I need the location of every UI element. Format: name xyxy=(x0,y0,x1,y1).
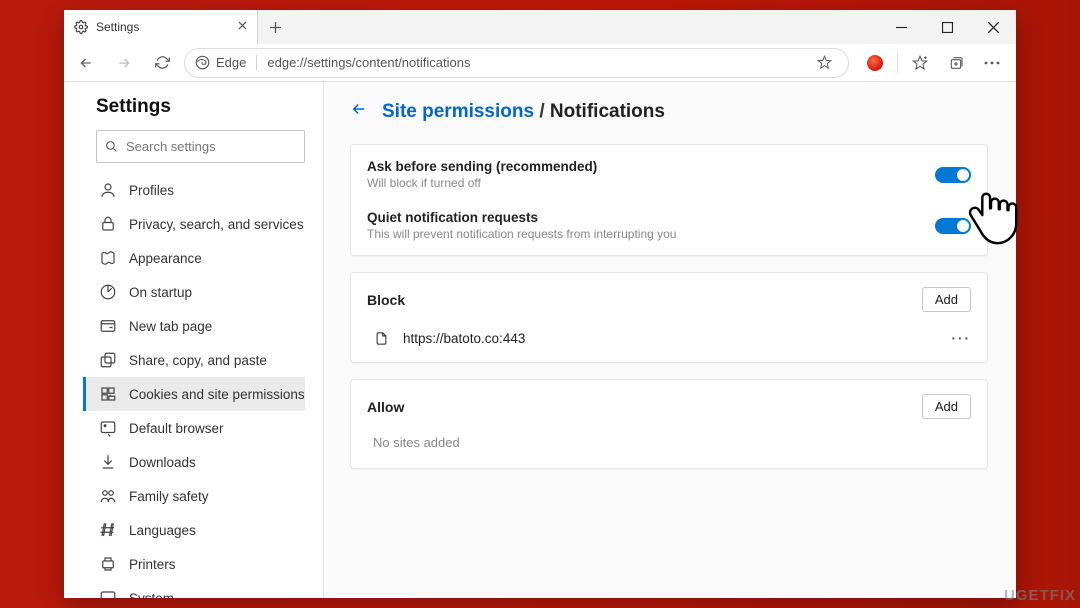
blocked-site-row: https://batoto.co:443 ··· xyxy=(351,322,987,358)
refresh-button[interactable] xyxy=(146,47,178,79)
nav-icon xyxy=(99,283,117,301)
sidebar-item-privacy-search-and-services[interactable]: Privacy, search, and services xyxy=(83,207,305,241)
toggle-quiet-notifications[interactable] xyxy=(935,218,971,234)
nav-icon xyxy=(99,521,117,539)
tab-title: Settings xyxy=(96,20,139,34)
breadcrumb-link[interactable]: Site permissions xyxy=(382,101,534,122)
sidebar-item-label: Appearance xyxy=(129,251,202,266)
sidebar-item-label: On startup xyxy=(129,285,192,300)
sidebar-item-label: Languages xyxy=(129,523,196,538)
page-icon xyxy=(373,330,389,346)
settings-sidebar: Settings Search settings Profiles Privacy… xyxy=(64,82,324,598)
edge-icon xyxy=(195,55,210,70)
add-block-button[interactable]: Add xyxy=(922,287,971,312)
toggle-ask-before-sending[interactable] xyxy=(935,167,971,183)
sidebar-item-label: Default browser xyxy=(129,421,224,436)
nav-icon xyxy=(99,249,117,267)
allow-section: Allow Add No sites added xyxy=(350,379,988,469)
edge-brand: Edge xyxy=(195,55,257,70)
sidebar-item-label: Downloads xyxy=(129,455,196,470)
sidebar-item-label: New tab page xyxy=(129,319,212,334)
breadcrumb: Site permissions / Notifications xyxy=(350,100,988,124)
favorites-icon[interactable] xyxy=(906,49,934,77)
minimize-button[interactable] xyxy=(878,10,924,44)
sidebar-item-family-safety[interactable]: Family safety xyxy=(83,479,305,513)
opera-icon[interactable] xyxy=(861,49,889,77)
allow-empty-message: No sites added xyxy=(351,429,987,464)
nav-icon xyxy=(99,215,117,233)
settings-card: Ask before sending (recommended) Will bl… xyxy=(350,144,988,256)
nav-icon xyxy=(99,181,117,199)
watermark: UGETFIX xyxy=(1004,587,1076,604)
url-input[interactable]: Edge edge://settings/content/notificatio… xyxy=(184,48,849,78)
forward-button[interactable] xyxy=(108,47,140,79)
toolbar-separator xyxy=(897,53,898,73)
brand-label: Edge xyxy=(216,55,246,70)
sidebar-item-new-tab-page[interactable]: New tab page xyxy=(83,309,305,343)
nav-icon xyxy=(99,419,117,437)
browser-window: Settings Edge edge://settings/content/no… xyxy=(64,10,1016,598)
sidebar-item-label: Printers xyxy=(129,557,176,572)
tab-settings[interactable]: Settings xyxy=(64,10,258,44)
block-section: Block Add https://batoto.co:443 ··· xyxy=(350,272,988,363)
search-icon xyxy=(105,140,118,153)
nav-icon xyxy=(99,555,117,573)
main-panel: Site permissions / Notifications Ask bef… xyxy=(324,82,1016,598)
maximize-button[interactable] xyxy=(924,10,970,44)
block-title: Block xyxy=(367,292,405,308)
close-icon[interactable] xyxy=(238,21,247,33)
collections-icon[interactable] xyxy=(942,49,970,77)
allow-title: Allow xyxy=(367,399,404,415)
nav-list: Profiles Privacy, search, and services App… xyxy=(83,173,305,598)
sidebar-item-system[interactable]: System xyxy=(83,581,305,598)
more-options-icon[interactable]: ··· xyxy=(952,331,972,346)
blocked-site-url: https://batoto.co:443 xyxy=(403,331,525,346)
sidebar-item-label: Family safety xyxy=(129,489,209,504)
window-controls xyxy=(878,10,1016,44)
back-button[interactable] xyxy=(70,47,102,79)
breadcrumb-current: Notifications xyxy=(550,101,665,122)
window-close-button[interactable] xyxy=(970,10,1016,44)
sidebar-item-label: System xyxy=(129,591,174,599)
star-icon[interactable] xyxy=(810,49,838,77)
setting-ask-before-sending: Ask before sending (recommended) Will bl… xyxy=(351,149,987,200)
nav-icon xyxy=(99,317,117,335)
sidebar-item-languages[interactable]: Languages xyxy=(83,513,305,547)
new-tab-button[interactable] xyxy=(258,10,292,44)
sidebar-item-label: Privacy, search, and services xyxy=(129,217,304,232)
nav-icon xyxy=(99,351,117,369)
sidebar-item-share-copy-and-paste[interactable]: Share, copy, and paste xyxy=(83,343,305,377)
sidebar-item-printers[interactable]: Printers xyxy=(83,547,305,581)
sidebar-item-downloads[interactable]: Downloads xyxy=(83,445,305,479)
page-title: Settings xyxy=(96,96,305,118)
setting-quiet-notifications: Quiet notification requests This will pr… xyxy=(351,200,987,251)
sidebar-item-profiles[interactable]: Profiles xyxy=(83,173,305,207)
sidebar-item-label: Cookies and site permissions xyxy=(129,387,305,402)
search-input[interactable]: Search settings xyxy=(96,130,305,163)
sidebar-item-appearance[interactable]: Appearance xyxy=(83,241,305,275)
nav-icon xyxy=(99,589,117,598)
add-allow-button[interactable]: Add xyxy=(922,394,971,419)
back-arrow-icon[interactable] xyxy=(350,100,368,124)
sidebar-item-on-startup[interactable]: On startup xyxy=(83,275,305,309)
breadcrumb-separator: / xyxy=(539,101,550,122)
nav-icon xyxy=(99,385,117,403)
title-bar: Settings xyxy=(64,10,1016,44)
content-area: Settings Search settings Profiles Privacy… xyxy=(64,82,1016,598)
nav-icon xyxy=(99,453,117,471)
url-text: edge://settings/content/notifications xyxy=(257,55,810,70)
gear-icon xyxy=(74,20,88,34)
address-bar: Edge edge://settings/content/notificatio… xyxy=(64,44,1016,82)
sidebar-item-cookies-and-site-permissions[interactable]: Cookies and site permissions xyxy=(83,377,305,411)
toolbar-icons xyxy=(855,49,1006,77)
sidebar-item-label: Share, copy, and paste xyxy=(129,353,267,368)
sidebar-item-default-browser[interactable]: Default browser xyxy=(83,411,305,445)
sidebar-item-label: Profiles xyxy=(129,183,174,198)
menu-icon[interactable] xyxy=(978,49,1006,77)
nav-icon xyxy=(99,487,117,505)
